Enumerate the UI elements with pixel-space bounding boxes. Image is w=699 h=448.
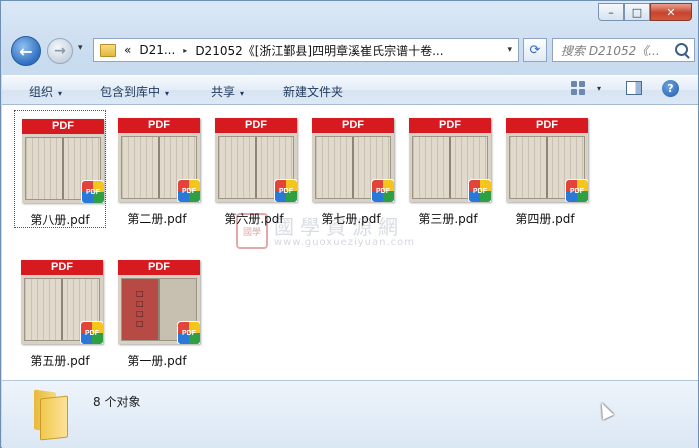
file-name[interactable]: 第八册.pdf [15,211,105,228]
pdf-thumbnail: PDF PDF [118,118,200,202]
pdf-banner: PDF [409,118,491,133]
file-item[interactable]: PDF PDF 第四册.pdf [499,110,591,228]
minimize-button[interactable]: – [598,3,624,21]
details-pane: 8 个对象 [2,380,698,448]
pdf-thumbnail: PDF PDF [215,118,297,202]
search-input[interactable]: 搜索 D21052《... [561,42,671,59]
explorer-window: – □ ✕ ← → ▾ « D21... ▸ D21052《[浙江鄞县]四明章溪… [0,0,699,448]
chevron-down-icon: ▾ [58,89,63,98]
pdf-thumbnail: PDF PDF [506,118,588,202]
pdf-banner: PDF [118,260,200,275]
file-item[interactable]: PDF PDF 第八册.pdf [14,110,106,228]
mouse-cursor-icon [596,400,614,420]
pdf-app-icon: PDF [371,179,394,202]
pdf-app-icon: PDF [177,321,200,344]
pdf-banner: PDF [215,118,297,133]
breadcrumb-separator-icon[interactable]: ▸ [183,46,187,55]
pdf-app-icon: PDF [80,321,103,344]
folder-icon [30,389,68,441]
pdf-thumbnail: PDF PDF [409,118,491,202]
file-item[interactable]: PDF PDF 第五册.pdf [14,252,106,370]
refresh-button[interactable]: ⟳ [523,38,547,62]
new-folder-label: 新建文件夹 [283,85,344,99]
include-library-label: 包含到库中 [100,85,161,99]
file-list-pane[interactable]: 國學 國學資源網 www.guoxueziyuan.com PDF PDF 第八… [2,105,698,380]
address-dropdown-icon[interactable]: ▾ [507,45,512,55]
window-controls: – □ ✕ [598,3,692,21]
file-name[interactable]: 第二册.pdf [111,210,203,227]
breadcrumb-overflow[interactable]: « [124,43,131,57]
chevron-down-icon: ▾ [240,89,245,98]
pdf-thumbnail: PDF PDF [312,118,394,202]
help-icon[interactable]: ? [662,80,679,97]
pdf-banner: PDF [22,119,104,134]
back-button[interactable]: ← [11,36,41,66]
pdf-app-icon: PDF [274,179,297,202]
organize-label: 组织 [29,85,54,99]
search-box[interactable]: 搜索 D21052《... [552,38,695,62]
file-item[interactable]: PDF PDF 第一册.pdf [111,252,203,370]
pdf-app-icon: PDF [177,179,200,202]
watermark-url: www.guoxueziyuan.com [274,237,415,248]
breadcrumb-current[interactable]: D21052《[浙江鄞县]四明章溪崔氏宗谱十卷... [195,42,443,59]
pdf-thumbnail: PDF PDF [21,260,103,344]
view-dropdown-icon[interactable]: ▾ [597,84,601,93]
include-in-library-menu[interactable]: 包含到库中 ▾ [100,83,169,100]
organize-menu[interactable]: 组织 ▾ [29,83,62,100]
file-name[interactable]: 第三册.pdf [402,210,494,227]
new-folder-button[interactable]: 新建文件夹 [283,83,343,100]
file-name[interactable]: 第五册.pdf [14,352,106,369]
file-item[interactable]: PDF PDF 第二册.pdf [111,110,203,228]
pdf-app-icon: PDF [468,179,491,202]
maximize-button[interactable]: □ [624,3,650,21]
pdf-banner: PDF [506,118,588,133]
breadcrumb-parent[interactable]: D21... [139,43,175,57]
folder-icon [100,43,116,57]
address-bar[interactable]: « D21... ▸ D21052《[浙江鄞县]四明章溪崔氏宗谱十卷... ▾ [93,38,519,62]
pdf-banner: PDF [312,118,394,133]
file-name[interactable]: 第七册.pdf [305,210,397,227]
pdf-thumbnail: PDF PDF [22,119,104,203]
search-icon[interactable] [675,43,688,56]
chevron-down-icon: ▾ [165,89,170,98]
file-name[interactable]: 第四册.pdf [499,210,591,227]
pdf-banner: PDF [21,260,103,275]
file-item[interactable]: PDF PDF 第七册.pdf [305,110,397,228]
file-name[interactable]: 第六册.pdf [208,210,300,227]
preview-pane-icon[interactable] [626,81,642,95]
share-label: 共享 [211,85,236,99]
pdf-app-icon: PDF [565,179,588,202]
close-button[interactable]: ✕ [650,3,692,21]
command-bar: 组织 ▾ 包含到库中 ▾ 共享 ▾ 新建文件夹 ▾ ? [2,75,698,105]
pdf-banner: PDF [118,118,200,133]
file-item[interactable]: PDF PDF 第三册.pdf [402,110,494,228]
item-count: 8 个对象 [93,395,141,409]
file-item[interactable]: PDF PDF 第六册.pdf [208,110,300,228]
recent-pages-dropdown-icon[interactable]: ▾ [78,43,83,53]
pdf-thumbnail: PDF PDF [118,260,200,344]
file-name[interactable]: 第一册.pdf [111,352,203,369]
share-menu[interactable]: 共享 ▾ [211,83,244,100]
pdf-app-icon: PDF [81,180,104,203]
forward-button[interactable]: → [47,38,73,64]
navigation-bar: ← → ▾ « D21... ▸ D21052《[浙江鄞县]四明章溪崔氏宗谱十卷… [9,35,695,67]
view-options-icon[interactable] [571,81,585,95]
